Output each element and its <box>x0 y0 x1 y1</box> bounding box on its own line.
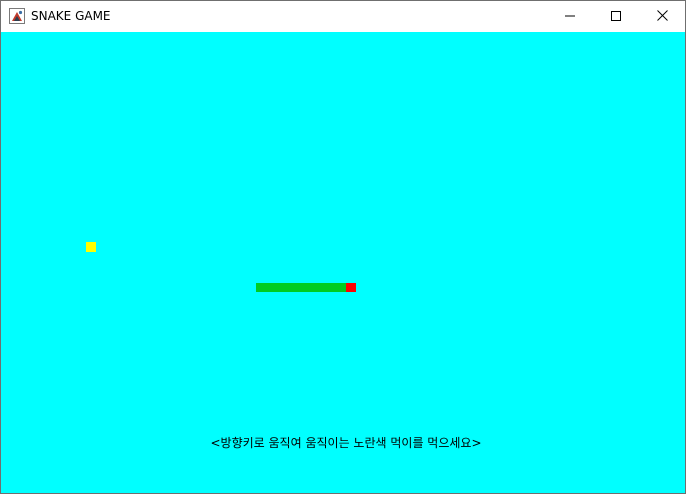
java-app-icon <box>9 8 25 24</box>
minimize-icon <box>565 8 575 26</box>
minimize-button[interactable] <box>547 1 593 32</box>
game-board[interactable]: <방향키로 움직여 움직이는 노란색 먹이를 먹으세요> <box>1 32 685 493</box>
close-button[interactable] <box>639 1 685 32</box>
title-bar[interactable]: SNAKE GAME <box>1 1 685 32</box>
game-window: SNAKE GAME <방향키로 움직여 움직이는 노란색 먹이를 먹으세요> <box>0 0 686 494</box>
maximize-button[interactable] <box>593 1 639 32</box>
instruction-text: <방향키로 움직여 움직이는 노란색 먹이를 먹으세요> <box>210 436 482 450</box>
snake-head <box>346 283 356 292</box>
maximize-icon <box>611 8 621 26</box>
snake-body <box>256 283 346 292</box>
food-item <box>86 242 96 252</box>
close-icon <box>656 8 668 26</box>
window-title: SNAKE GAME <box>31 9 111 23</box>
